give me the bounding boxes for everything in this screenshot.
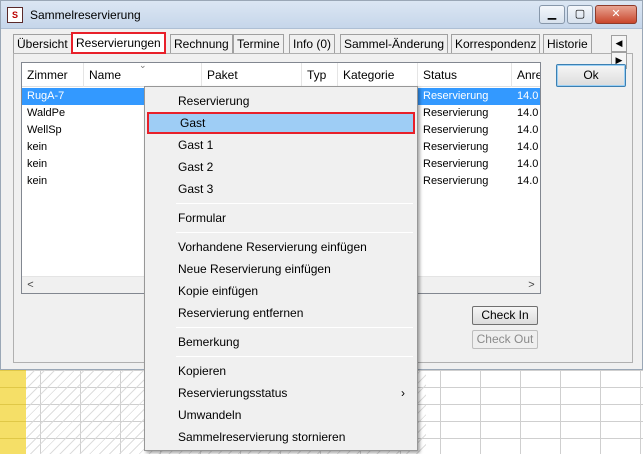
tab-info[interactable]: Info (0) bbox=[289, 34, 336, 53]
cell-status: Reservierung bbox=[423, 158, 489, 170]
column-header-paket[interactable]: Paket bbox=[202, 63, 302, 87]
app-icon: S bbox=[7, 7, 23, 23]
maximize-button[interactable]: ▢ bbox=[567, 5, 593, 24]
list-header: Zimmer Name ⌄ Paket Typ Kategorie Status… bbox=[22, 60, 540, 87]
column-header-status[interactable]: Status bbox=[418, 63, 512, 87]
cell-zimmer: WellSp bbox=[27, 124, 62, 136]
close-button[interactable]: ✕ bbox=[595, 5, 637, 24]
cell-anreise: 14.0 bbox=[517, 175, 539, 187]
menu-item-neue-reservierung-einfuegen[interactable]: Neue Reservierung einfügen bbox=[147, 258, 415, 280]
background-yellow-column bbox=[0, 370, 26, 454]
menu-item-reservierungsstatus[interactable]: Reservierungsstatus › bbox=[147, 382, 415, 404]
tab-historie[interactable]: Historie bbox=[543, 34, 592, 53]
menu-item-kopie-einfuegen[interactable]: Kopie einfügen bbox=[147, 280, 415, 302]
menu-separator bbox=[176, 356, 413, 357]
cell-anreise: 14.0 bbox=[517, 124, 539, 136]
column-header-kategorie[interactable]: Kategorie bbox=[338, 63, 418, 87]
menu-item-sammelreservierung-stornieren[interactable]: Sammelreservierung stornieren bbox=[147, 426, 415, 448]
menu-item-reservierung[interactable]: Reservierung bbox=[147, 90, 415, 112]
menu-item-bemerkung[interactable]: Bemerkung bbox=[147, 331, 415, 353]
tab-uebersicht[interactable]: Übersicht bbox=[13, 34, 72, 53]
column-header-anreise[interactable]: Anre bbox=[512, 63, 540, 87]
check-out-button: Check Out bbox=[472, 330, 538, 349]
title-bar[interactable]: S Sammelreservierung ▁ ▢ ✕ bbox=[1, 1, 642, 29]
menu-item-umwandeln[interactable]: Umwandeln bbox=[147, 404, 415, 426]
menu-separator bbox=[176, 327, 413, 328]
column-header-typ[interactable]: Typ bbox=[302, 63, 338, 87]
check-in-button[interactable]: Check In bbox=[472, 306, 538, 325]
tab-rechnung[interactable]: Rechnung bbox=[170, 34, 233, 53]
menu-item-gast[interactable]: Gast bbox=[147, 112, 415, 134]
cell-status: Reservierung bbox=[423, 175, 489, 187]
submenu-arrow-icon: › bbox=[401, 386, 405, 400]
cell-zimmer: kein bbox=[27, 141, 48, 153]
scroll-left-icon[interactable]: < bbox=[22, 277, 39, 294]
menu-item-gast-2[interactable]: Gast 2 bbox=[147, 156, 415, 178]
tab-scroll-left-icon[interactable]: ◀ bbox=[611, 35, 627, 52]
menu-item-reservierung-entfernen[interactable]: Reservierung entfernen bbox=[147, 302, 415, 324]
cell-status: Reservierung bbox=[423, 107, 489, 119]
menu-item-gast-3[interactable]: Gast 3 bbox=[147, 178, 415, 200]
cell-zimmer: kein bbox=[27, 175, 48, 187]
cell-anreise: 14.0 bbox=[517, 90, 539, 102]
cell-anreise: 14.0 bbox=[517, 141, 539, 153]
menu-item-vorhandene-reservierung-einfuegen[interactable]: Vorhandene Reservierung einfügen bbox=[147, 236, 415, 258]
column-header-zimmer[interactable]: Zimmer bbox=[22, 63, 84, 87]
scroll-right-icon[interactable]: > bbox=[523, 277, 540, 294]
cell-anreise: 14.0 bbox=[517, 107, 539, 119]
menu-item-reservierungsstatus-label: Reservierungsstatus bbox=[178, 386, 288, 400]
menu-separator bbox=[176, 232, 413, 233]
minimize-button[interactable]: ▁ bbox=[539, 5, 565, 24]
cell-zimmer: RugA-7 bbox=[27, 90, 65, 102]
sort-indicator-icon: ⌄ bbox=[139, 60, 147, 70]
menu-separator bbox=[176, 203, 413, 204]
cell-anreise: 14.0 bbox=[517, 158, 539, 170]
cell-status: Reservierung bbox=[423, 141, 489, 153]
tab-bar: Übersicht Reservierungen Rechnung Termin… bbox=[13, 32, 633, 69]
menu-item-kopieren[interactable]: Kopieren bbox=[147, 360, 415, 382]
tab-korrespondenz[interactable]: Korrespondenz bbox=[451, 34, 541, 53]
ok-button[interactable]: Ok bbox=[556, 64, 626, 87]
window-title: Sammelreservierung bbox=[30, 8, 141, 22]
cell-zimmer: kein bbox=[27, 158, 48, 170]
menu-item-formular[interactable]: Formular bbox=[147, 207, 415, 229]
menu-item-gast-1[interactable]: Gast 1 bbox=[147, 134, 415, 156]
tab-reservierungen[interactable]: Reservierungen bbox=[71, 32, 166, 54]
tab-termine[interactable]: Termine bbox=[233, 34, 284, 53]
cell-status: Reservierung bbox=[423, 90, 489, 102]
cell-status: Reservierung bbox=[423, 124, 489, 136]
tab-sammel-aenderung[interactable]: Sammel-Änderung bbox=[340, 34, 449, 53]
cell-zimmer: WaldPe bbox=[27, 107, 66, 119]
context-menu: Reservierung Gast Gast 1 Gast 2 Gast 3 F… bbox=[144, 86, 418, 451]
